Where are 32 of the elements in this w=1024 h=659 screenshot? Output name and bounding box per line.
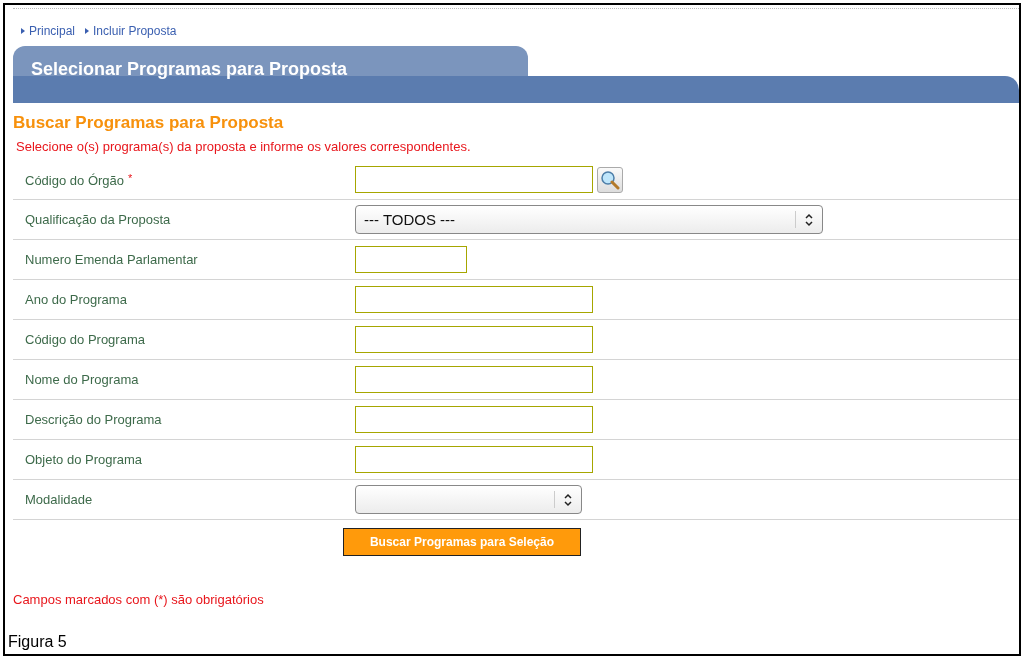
field-label: Descrição do Programa [24,412,163,427]
breadcrumb-link[interactable]: Principal [21,21,76,41]
required-mark: * [128,171,133,184]
figure-caption: Figura 5 [8,633,68,651]
triangle-icon [85,28,90,34]
search-button[interactable] [597,166,623,193]
input-field[interactable] [355,366,593,393]
input-field[interactable] [355,406,593,433]
breadcrumb-link[interactable]: Incluir Proposta [85,21,177,41]
field-label: Objeto do Programa [24,452,144,467]
field-label: Numero Emenda Parlamentar [24,252,199,267]
field-label: Qualificação da Proposta [24,212,172,227]
search-icon [600,169,620,190]
field-label: Modalidade [24,492,94,507]
instruction-text: Selecione o(s) programa(s) da proposta e informe os valores correspondentes. [16,139,472,154]
dropdown[interactable] [355,485,582,514]
field-label: Ano do Programa [24,292,128,307]
triangle-icon [21,28,25,34]
field-label: Código do Programa [24,332,146,347]
field-label: Código do Órgão $^{*}$ [24,171,134,188]
section-heading: Buscar Programas para Proposta [13,113,285,133]
input-field[interactable] [355,326,593,353]
up-down-arrows-icon [563,492,573,507]
dropdown[interactable]: --- TODOS --- [355,205,823,234]
panel-title: Selecionar Programas para Proposta [31,59,349,80]
input-field[interactable] [355,446,593,473]
input-field[interactable] [355,246,467,273]
input-field[interactable] [355,166,593,193]
up-down-arrows-icon [804,212,814,227]
input-field[interactable] [355,286,593,313]
field-label: Nome do Programa [24,372,140,387]
required-note: Campos marcados com (*) são obrigatórios [13,592,265,607]
